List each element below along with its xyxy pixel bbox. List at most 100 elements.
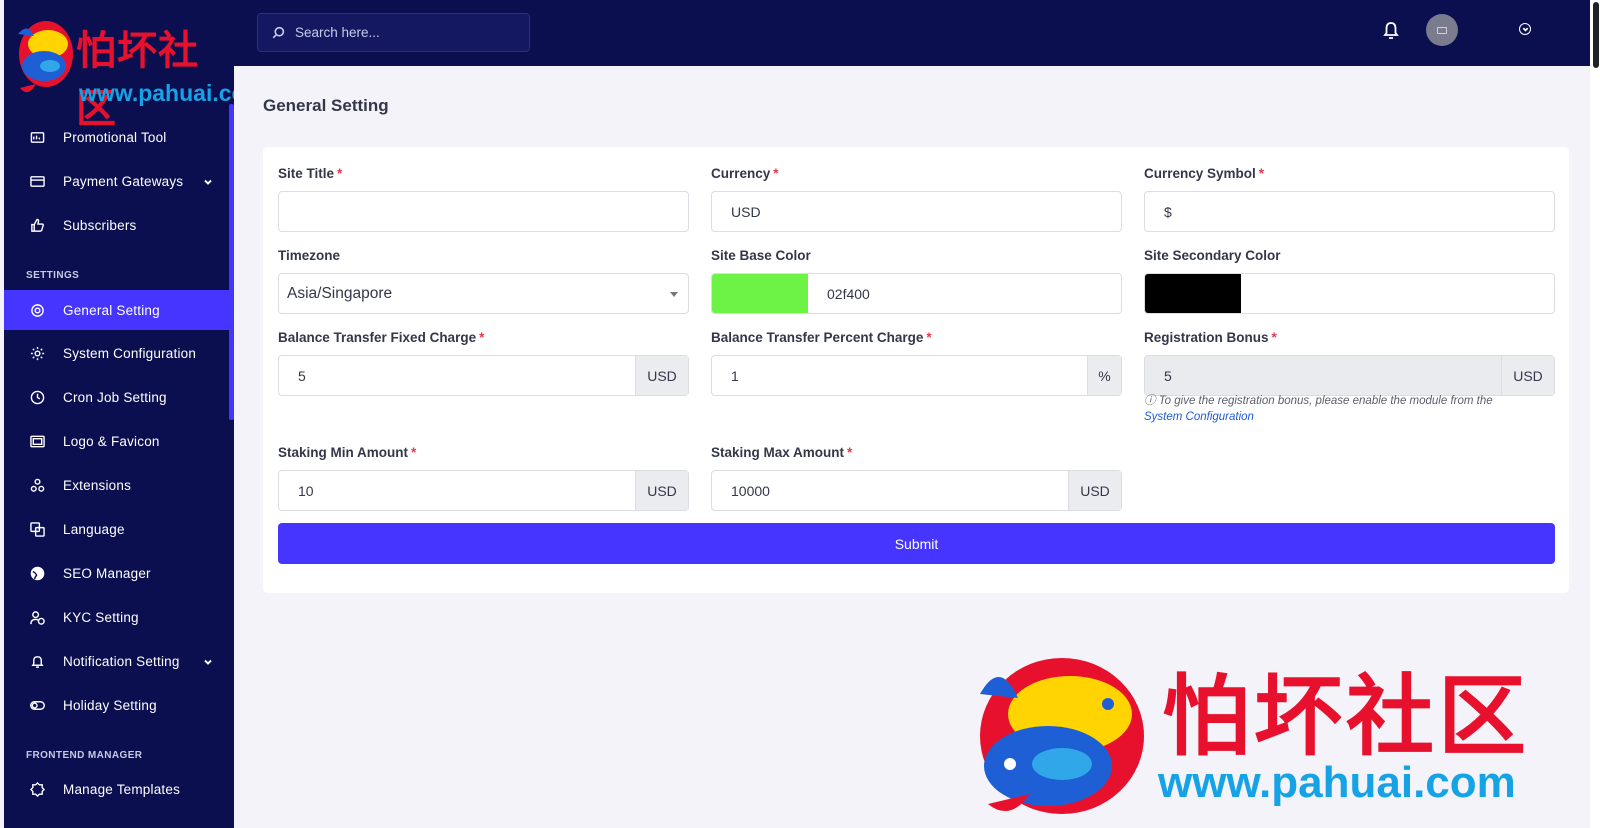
avatar[interactable] (1426, 14, 1458, 46)
sidebar-section-frontend: FRONTEND MANAGER (26, 750, 143, 761)
sidebar-item-holiday-setting[interactable]: Holiday Setting (4, 685, 229, 725)
notification-bell-icon[interactable] (1382, 20, 1400, 40)
language-icon (30, 521, 45, 537)
stake-max-input[interactable] (712, 471, 1062, 510)
sidebar-item-seo-manager[interactable]: SEO Manager (4, 553, 229, 593)
system-configuration-link[interactable]: System Configuration (1144, 411, 1254, 423)
credit-card-icon (30, 174, 45, 189)
bt-percent-input-box[interactable]: % (711, 355, 1122, 396)
sidebar-item-label: Manage Templates (63, 781, 181, 797)
extensions-icon (30, 478, 45, 493)
sidebar-item-payment-gateways[interactable]: Payment Gateways (4, 161, 229, 201)
sidebar-item-kyc-setting[interactable]: KYC Setting (4, 597, 229, 637)
bt-fixed-addon: USD (635, 356, 688, 395)
base-color-input-box[interactable] (711, 273, 1122, 314)
general-setting-icon (30, 303, 45, 318)
timezone-select[interactable]: Asia/Singapore (278, 273, 689, 314)
avatar-image-icon (1437, 26, 1447, 34)
stake-min-input-box[interactable]: USD (278, 470, 689, 511)
reg-bonus-addon: USD (1501, 356, 1554, 395)
select-arrow-icon (670, 292, 678, 297)
bt-percent-addon: % (1087, 356, 1121, 395)
sidebar-item-logo-favicon[interactable]: Logo & Favicon (4, 421, 229, 461)
sidebar-item-system-configuration[interactable]: System Configuration (4, 333, 229, 373)
currency-field: Currency * (711, 166, 1122, 232)
sidebar-item-label: System Configuration (63, 345, 197, 361)
field-label: Balance Transfer Percent Charge * (711, 330, 932, 345)
thumbs-up-icon (30, 218, 45, 233)
fish-watermark-icon (980, 658, 1144, 814)
sidebar-item-label: General Setting (63, 302, 160, 318)
page-scrollbar[interactable] (1590, 0, 1600, 828)
clock-icon (30, 390, 45, 405)
field-label: Timezone (278, 248, 341, 263)
site-title-input[interactable] (279, 192, 688, 231)
logo[interactable]: 怕坏社区 www.pahuai.com (14, 14, 234, 132)
globe-icon (30, 566, 45, 581)
sidebar-item-label: Extensions (63, 477, 132, 493)
bt-fixed-input[interactable] (279, 356, 619, 395)
balance-transfer-fixed-field: Balance Transfer Fixed Charge* USD (278, 330, 689, 396)
sidebar-section-settings: SETTINGS (26, 270, 80, 281)
search-box[interactable] (257, 13, 530, 52)
sidebar-item-language[interactable]: Language (4, 509, 229, 549)
field-label: Site Title * (278, 166, 343, 181)
field-label: Registration Bonus * (1144, 330, 1277, 345)
currency-symbol-input[interactable] (1145, 192, 1554, 231)
currency-input-box[interactable] (711, 191, 1122, 232)
bell-icon (30, 654, 45, 669)
templates-icon (30, 781, 45, 797)
topbar (234, 0, 1600, 66)
sidebar-item-general-setting[interactable]: General Setting (4, 290, 229, 330)
hint-text: To give the registration bonus, please e… (1158, 395, 1493, 407)
sidebar-item-cron-job-setting[interactable]: Cron Job Setting (4, 377, 229, 417)
field-label: Currency Symbol * (1144, 166, 1265, 181)
sidebar-item-subscribers[interactable]: Subscribers (4, 205, 229, 245)
secondary-color-swatch[interactable] (1145, 274, 1241, 313)
fish-logo-icon (18, 21, 73, 93)
user-check-icon (30, 610, 45, 625)
registration-bonus-field: Registration Bonus* USD (1144, 330, 1555, 396)
sidebar-item-label: SEO Manager (63, 565, 151, 581)
currency-symbol-input-box[interactable] (1144, 191, 1555, 232)
sidebar-item-promotional-tool[interactable]: Promotional Tool (4, 117, 229, 157)
search-input[interactable] (295, 25, 515, 40)
field-label: Staking Max Amount * (711, 445, 853, 460)
registration-bonus-hint: ⓘ To give the registration bonus, please… (1144, 393, 1555, 425)
page-scrollbar-thumb[interactable] (1593, 2, 1599, 68)
balance-transfer-percent-field: Balance Transfer Percent Charge* % (711, 330, 1122, 396)
base-color-swatch[interactable] (712, 274, 808, 313)
sidebar-item-label: Logo & Favicon (63, 433, 160, 449)
currency-input[interactable] (712, 192, 1121, 231)
bt-percent-input[interactable] (712, 356, 1082, 395)
sidebar-item-label: Promotional Tool (63, 129, 167, 145)
site-title-input-box[interactable] (278, 191, 689, 232)
stake-min-addon: USD (635, 471, 688, 510)
reg-bonus-input (1145, 356, 1495, 395)
sidebar-item-label: Subscribers (63, 217, 137, 233)
field-label: Currency * (711, 166, 779, 181)
toggle-icon (30, 698, 45, 713)
sidebar-item-manage-templates[interactable]: Manage Templates (4, 769, 229, 809)
reg-bonus-input-box: USD (1144, 355, 1555, 396)
chevron-down-icon[interactable] (203, 655, 213, 665)
field-label: Balance Transfer Fixed Charge * (278, 330, 485, 345)
watermark-url: www.pahuai.com (1158, 758, 1516, 807)
sidebar-scrollbar[interactable] (229, 104, 234, 420)
search-icon (272, 26, 285, 39)
chevron-down-icon[interactable] (203, 175, 213, 185)
image-icon (30, 434, 45, 449)
sidebar-item-notification-setting[interactable]: Notification Setting (4, 641, 229, 681)
page-title: General Setting (263, 96, 389, 115)
sidebar-item-extensions[interactable]: Extensions (4, 465, 229, 505)
submit-button[interactable]: Submit (278, 523, 1555, 564)
stake-min-input[interactable] (279, 471, 619, 510)
profile-dropdown-icon[interactable] (1519, 23, 1531, 35)
bt-fixed-input-box[interactable]: USD (278, 355, 689, 396)
timezone-selected-value: Asia/Singapore (287, 284, 393, 302)
watermark-text: 怕坏社区 (1162, 664, 1531, 768)
field-label: Site Secondary Color (1144, 248, 1281, 263)
stake-max-input-box[interactable]: USD (711, 470, 1122, 511)
gear-icon (30, 346, 45, 361)
secondary-color-input-box[interactable] (1144, 273, 1555, 314)
